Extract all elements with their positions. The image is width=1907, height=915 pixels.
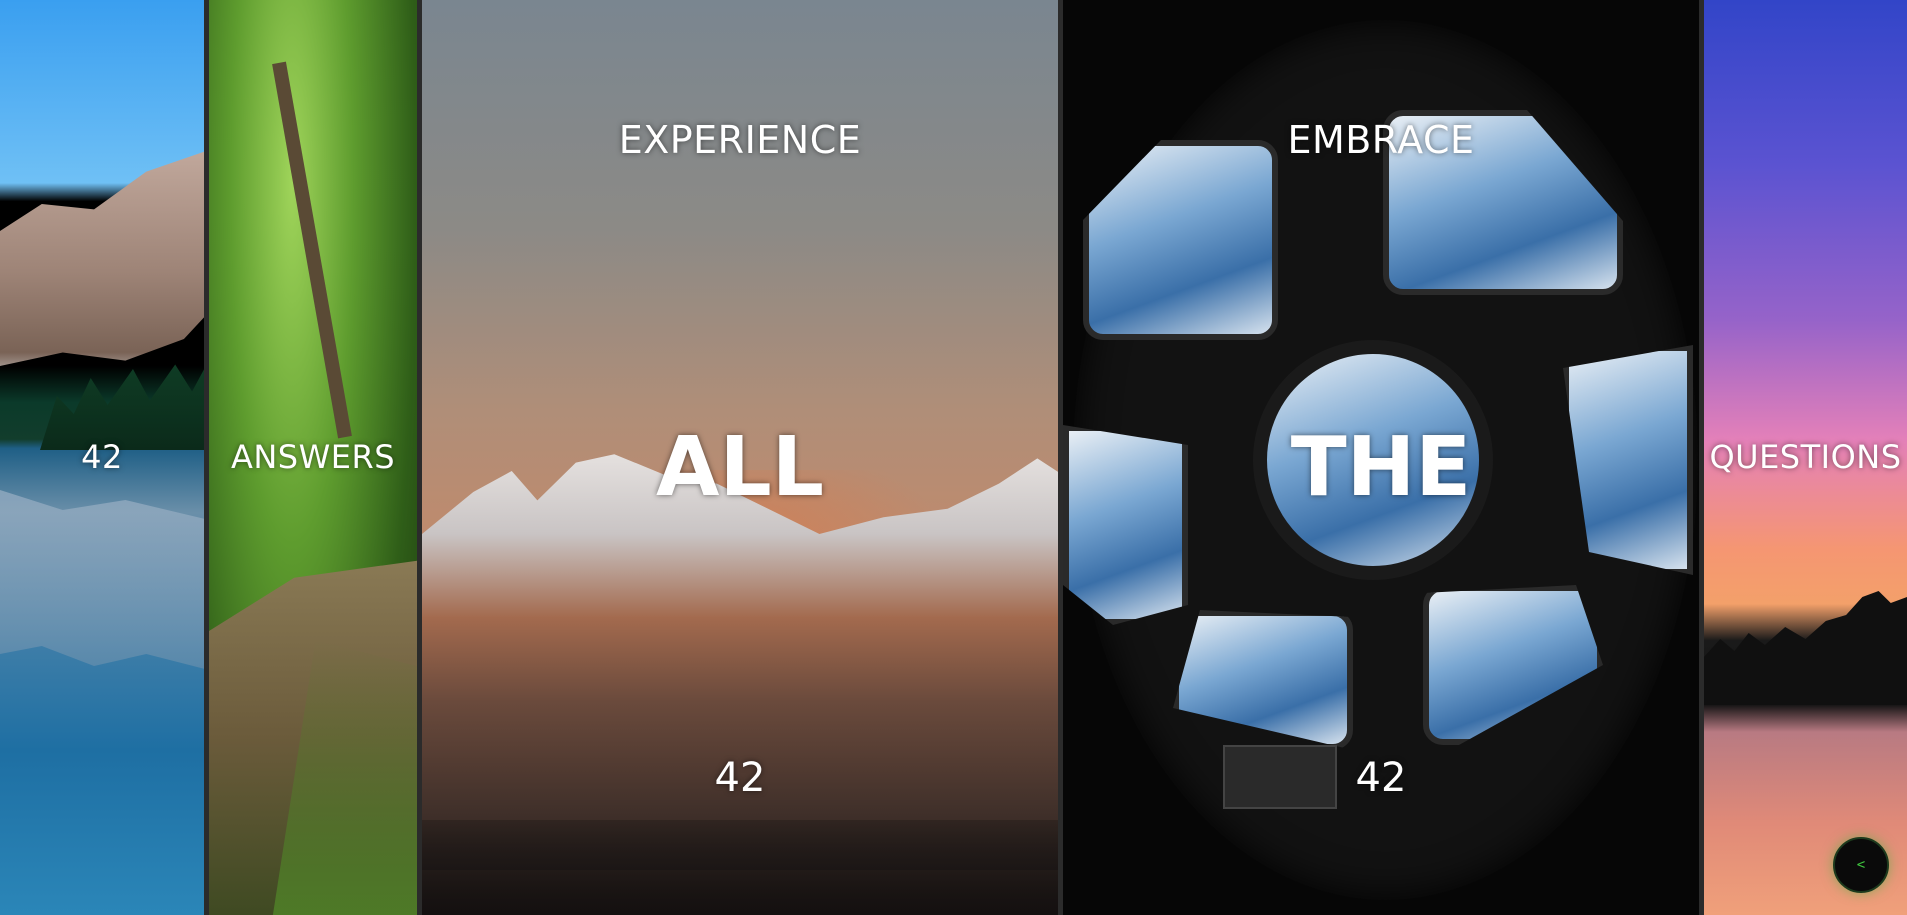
expanding-panels-gallery: 42 ANSWERS EXPERIENCE ALL 42 EMBRACE THE… [0, 0, 1907, 915]
panel-peaks[interactable]: EXPERIENCE ALL 42 [422, 0, 1063, 915]
chevron-left-icon: < [1856, 857, 1866, 873]
panel-forest[interactable]: ANSWERS [209, 0, 422, 915]
pine-trees [40, 360, 204, 450]
back-button[interactable]: < [1833, 837, 1889, 893]
panel-peaks-top-text: EXPERIENCE [618, 118, 862, 162]
lake-reflection [0, 490, 204, 670]
panel-cupola-bottom-text: 42 [1355, 755, 1407, 801]
panel-cupola[interactable]: EMBRACE THE 42 [1063, 0, 1704, 915]
panel-cupola-top-text: EMBRACE [1287, 118, 1475, 162]
panel-peaks-big-text: ALL [656, 420, 824, 515]
tree-silhouette [1704, 591, 1907, 705]
panel-lake[interactable]: 42 [0, 0, 209, 915]
panel-sunset[interactable]: QUESTIONS < [1704, 0, 1907, 915]
foreground-shadow [422, 820, 1058, 915]
panel-peaks-bottom-text: 42 [714, 755, 766, 801]
panel-sunset-center-text: QUESTIONS [1709, 438, 1902, 476]
panel-lake-center-text: 42 [81, 438, 123, 476]
panel-forest-center-text: ANSWERS [230, 438, 396, 476]
cupola-window [1083, 140, 1278, 340]
tree-trunk [272, 61, 352, 439]
panel-cupola-big-text: THE [1290, 420, 1472, 515]
